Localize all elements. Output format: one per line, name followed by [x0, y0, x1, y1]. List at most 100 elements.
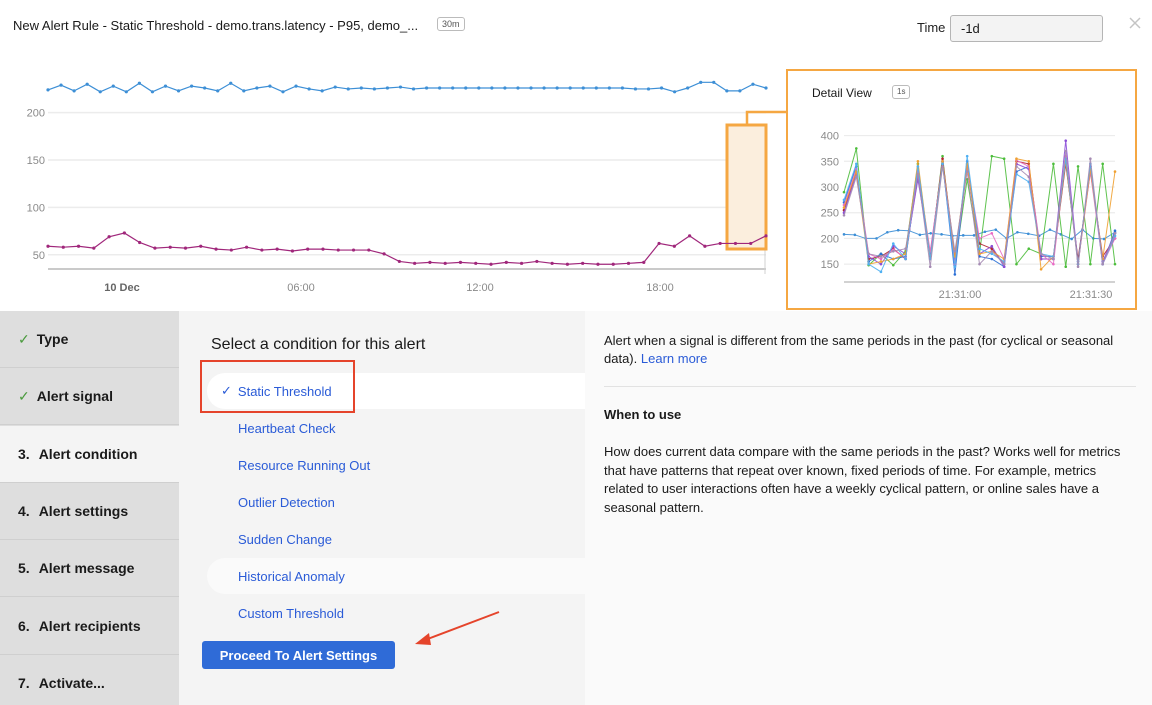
data-point: [842, 233, 846, 236]
data-point: [972, 234, 976, 237]
data-point: [398, 85, 403, 89]
condition-option[interactable]: Sudden Change: [207, 521, 585, 557]
data-point: [1089, 262, 1092, 266]
data-point: [1064, 265, 1068, 269]
condition-option[interactable]: Heartbeat Check: [207, 410, 585, 446]
data-point: [1089, 157, 1092, 161]
data-point: [672, 244, 676, 248]
condition-option[interactable]: Custom Threshold: [207, 595, 585, 631]
data-point: [764, 86, 768, 90]
data-point: [72, 89, 76, 93]
data-point: [176, 89, 181, 93]
y-tick-label: 300: [821, 182, 839, 194]
data-point: [1070, 237, 1073, 241]
proceed-button[interactable]: Proceed To Alert Settings: [202, 641, 395, 669]
close-icon: [1129, 17, 1141, 29]
close-button[interactable]: [1126, 14, 1144, 32]
data-point: [150, 90, 155, 94]
step-number: 7.: [18, 674, 30, 691]
data-point: [983, 230, 987, 234]
data-point: [168, 245, 172, 249]
x-tick-label: 21:31:00: [939, 289, 982, 301]
data-point: [489, 262, 493, 266]
time-range-input[interactable]: [950, 15, 1103, 42]
data-point: [725, 89, 729, 93]
data-point: [733, 241, 738, 246]
wizard-step[interactable]: ✓ Type: [0, 311, 179, 368]
data-point: [953, 249, 957, 253]
data-point: [633, 87, 638, 91]
condition-option[interactable]: Outlier Detection: [207, 484, 585, 520]
step-number: 3.: [18, 445, 30, 462]
data-point: [879, 262, 883, 266]
condition-option[interactable]: Resource Running Out: [207, 447, 585, 483]
data-point: [1039, 267, 1043, 271]
data-point: [333, 85, 337, 89]
data-point: [953, 265, 957, 269]
selection-highlight[interactable]: [725, 123, 768, 251]
data-point: [594, 86, 598, 90]
detail-chart[interactable]: 150 200 250 300 350 400 21:31:00 21:31:30: [788, 111, 1137, 311]
learn-more-link[interactable]: Learn more: [641, 351, 707, 366]
data-point: [642, 260, 646, 264]
data-point: [535, 259, 539, 264]
data-point: [111, 84, 115, 88]
x-tick-label: 21:31:30: [1070, 289, 1113, 301]
data-point: [611, 262, 615, 266]
data-point: [990, 244, 994, 248]
data-point: [255, 86, 259, 90]
data-point: [842, 213, 846, 217]
data-point: [306, 247, 310, 251]
data-point: [490, 86, 494, 90]
data-point: [1101, 162, 1104, 166]
data-point: [351, 248, 356, 252]
data-point: [886, 230, 889, 234]
data-point: [516, 86, 520, 90]
data-point: [76, 244, 81, 248]
data-point: [891, 249, 895, 253]
data-point: [1052, 162, 1055, 166]
data-point: [61, 245, 65, 249]
wizard-step[interactable]: 3. Alert condition: [0, 425, 180, 483]
y-tick-label: 400: [821, 131, 839, 143]
data-point: [413, 261, 417, 265]
main-chart[interactable]: 50 100 150 200 10 Dec 06:00 12:00 18:00: [0, 60, 790, 310]
data-point: [183, 246, 188, 250]
time-label: Time: [917, 20, 946, 35]
data-point: [961, 234, 965, 237]
wizard-step[interactable]: 6. Alert recipients: [0, 598, 179, 655]
data-point: [916, 159, 920, 163]
data-point: [1076, 165, 1080, 168]
wizard-step[interactable]: 5. Alert message: [0, 540, 179, 598]
data-point: [879, 257, 883, 261]
data-point: [542, 86, 546, 90]
detail-view-title: Detail View: [812, 86, 872, 100]
data-point: [367, 248, 371, 252]
data-point: [738, 89, 742, 93]
condition-option[interactable]: ✓ Static Threshold: [207, 373, 585, 409]
x-tick-label: 10 Dec: [104, 282, 139, 294]
data-point: [1113, 170, 1117, 173]
wizard-step[interactable]: 7. Activate...: [0, 655, 179, 705]
data-point: [712, 80, 716, 84]
wizard-area: ✓ Type ✓ Alert signal 3. Alert condition 4. Ale…: [0, 311, 1152, 705]
wizard-step[interactable]: ✓ Alert signal: [0, 368, 179, 426]
data-point: [879, 255, 883, 258]
data-point: [699, 80, 703, 84]
data-point: [879, 252, 883, 256]
data-point: [1002, 265, 1006, 269]
data-point: [1016, 230, 1019, 234]
data-point: [990, 154, 994, 158]
data-point: [550, 261, 554, 265]
wizard-step[interactable]: 4. Alert settings: [0, 483, 179, 540]
step-label: Alert signal: [36, 388, 113, 405]
data-point: [1113, 229, 1117, 233]
data-point: [424, 86, 429, 90]
alert-rule-dialog: New Alert Rule - Static Threshold - demo…: [0, 0, 1152, 705]
checkmark-icon: ✓: [221, 383, 232, 398]
check-icon: ✓: [18, 330, 30, 347]
data-point: [124, 90, 128, 94]
data-point: [867, 262, 870, 266]
condition-option[interactable]: Historical Anomaly: [207, 558, 585, 594]
data-point: [153, 246, 157, 250]
